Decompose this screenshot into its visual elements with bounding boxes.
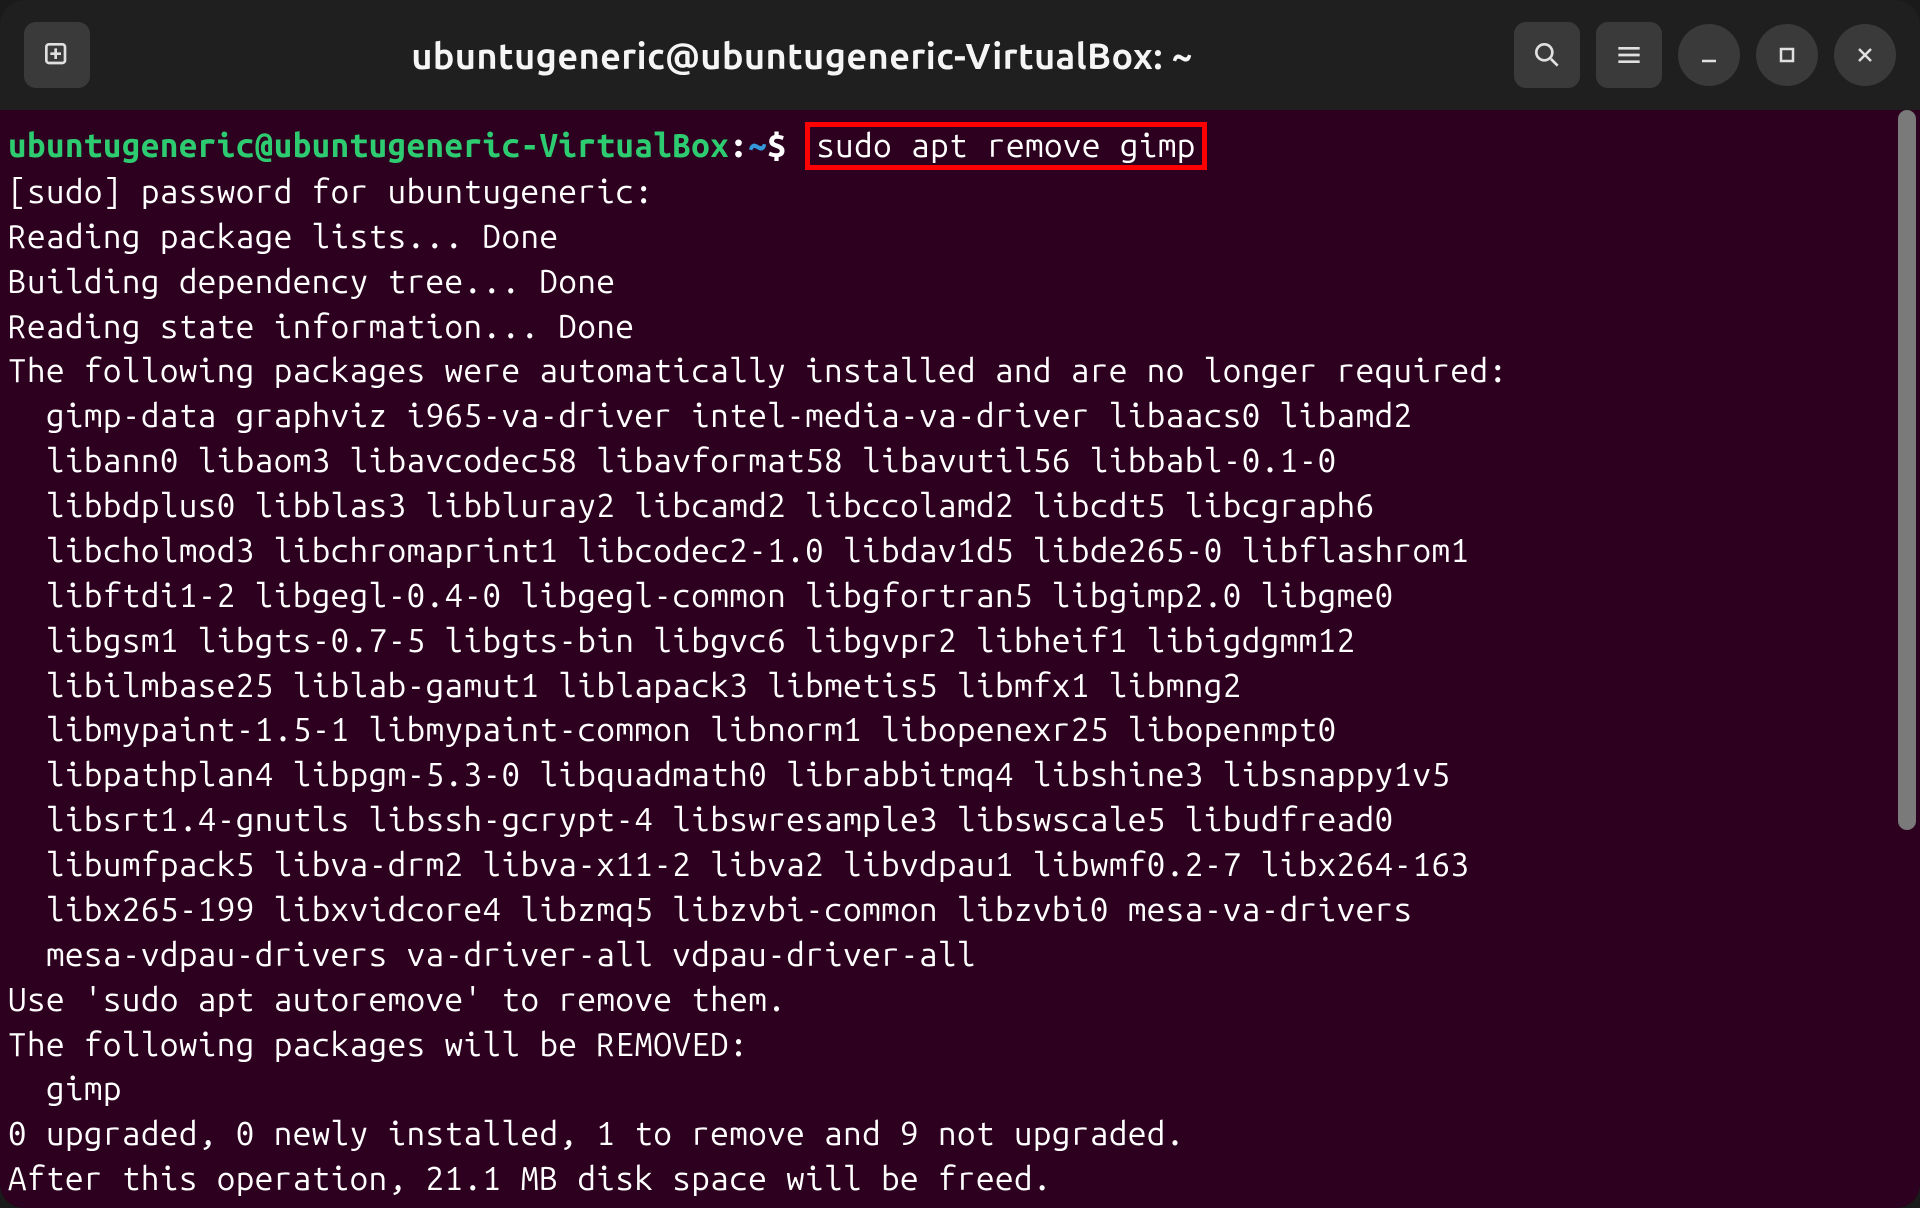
maximize-button[interactable] [1756, 24, 1818, 86]
new-tab-icon [41, 39, 73, 71]
output-line: libann0 libaom3 libavcodec58 libavformat… [8, 442, 1337, 479]
command-highlighted: sudo apt remove gimp [805, 122, 1207, 170]
output-line: mesa-vdpau-drivers va-driver-all vdpau-d… [8, 936, 976, 973]
prompt-path: ~ [748, 127, 767, 164]
terminal-content[interactable]: ubuntugeneric@ubuntugeneric-VirtualBox:~… [0, 110, 1920, 1208]
output-line: gimp [8, 1070, 122, 1107]
output-line: The following packages will be REMOVED: [8, 1026, 748, 1063]
output-line: libpathplan4 libpgm-5.3-0 libquadmath0 l… [8, 756, 1451, 793]
output-line: Building dependency tree... Done [8, 263, 615, 300]
output-line: libumfpack5 libva-drm2 libva-x11-2 libva… [8, 846, 1469, 883]
minimize-button[interactable] [1678, 24, 1740, 86]
close-icon [1853, 43, 1877, 67]
minimize-icon [1697, 43, 1721, 67]
search-button[interactable] [1514, 22, 1580, 88]
titlebar: ubuntugeneric@ubuntugeneric-VirtualBox: … [0, 0, 1920, 110]
prompt-user-host: ubuntugeneric@ubuntugeneric-VirtualBox [8, 127, 729, 164]
output-line: The following packages were automaticall… [8, 352, 1507, 389]
window-title: ubuntugeneric@ubuntugeneric-VirtualBox: … [106, 35, 1498, 76]
output-line: libftdi1-2 libgegl-0.4-0 libgegl-common … [8, 577, 1394, 614]
output-line: libbdplus0 libblas3 libbluray2 libcamd2 … [8, 487, 1375, 524]
output-line: libgsm1 libgts-0.7-5 libgts-bin libgvc6 … [8, 622, 1356, 659]
titlebar-controls [1514, 22, 1896, 88]
output-line: Reading package lists... Done [8, 218, 558, 255]
maximize-icon [1775, 43, 1799, 67]
scrollbar-thumb[interactable] [1898, 110, 1916, 830]
terminal-window: ubuntugeneric@ubuntugeneric-VirtualBox: … [0, 0, 1920, 1208]
hamburger-icon [1613, 39, 1645, 71]
output-line: libx265-199 libxvidcore4 libzmq5 libzvbi… [8, 891, 1413, 928]
output-line: libmypaint-1.5-1 libmypaint-common libno… [8, 711, 1337, 748]
output-line: After this operation, 21.1 MB disk space… [8, 1160, 1052, 1197]
output-line: Use 'sudo apt autoremove' to remove them… [8, 981, 786, 1018]
search-icon [1531, 39, 1563, 71]
prompt-dollar: $ [767, 127, 786, 164]
output-line: libcholmod3 libchromaprint1 libcodec2-1.… [8, 532, 1469, 569]
output-line: libilmbase25 liblab-gamut1 liblapack3 li… [8, 667, 1242, 704]
menu-button[interactable] [1596, 22, 1662, 88]
output-line: libsrt1.4-gnutls libssh-gcrypt-4 libswre… [8, 801, 1394, 838]
new-tab-button[interactable] [24, 22, 90, 88]
output-line: gimp-data graphviz i965-va-driver intel-… [8, 397, 1413, 434]
prompt-colon: : [729, 127, 748, 164]
output-line: [sudo] password for ubuntugeneric: [8, 173, 653, 210]
close-button[interactable] [1834, 24, 1896, 86]
output-line: Reading state information... Done [8, 308, 634, 345]
output-line: 0 upgraded, 0 newly installed, 1 to remo… [8, 1115, 1185, 1152]
